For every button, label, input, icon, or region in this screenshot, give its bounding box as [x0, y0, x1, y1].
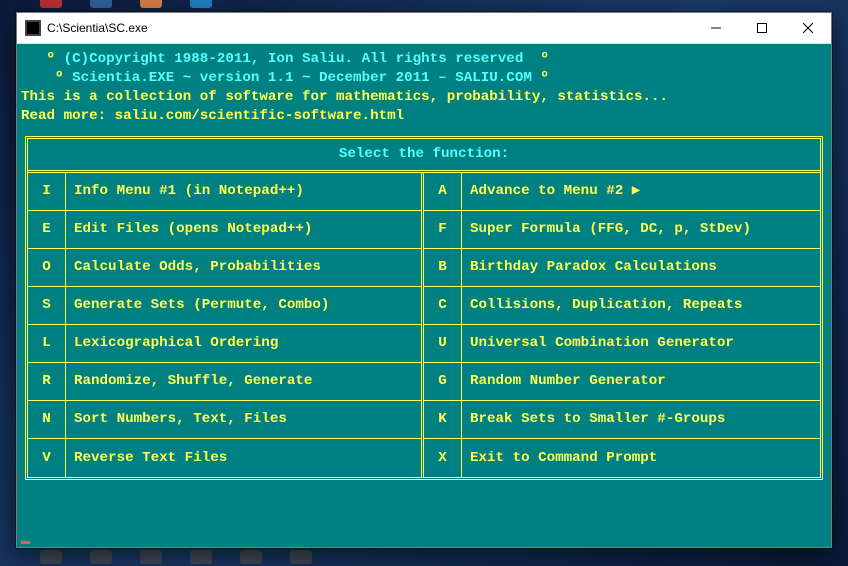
menu-column-left: IInfo Menu #1 (in Notepad++)EEdit Files …	[28, 173, 424, 477]
app-icon	[25, 20, 41, 36]
menu-item-key: X	[424, 439, 462, 477]
menu-item-a[interactable]: AAdvance to Menu #2 ▶	[424, 173, 820, 211]
menu-item-label: Break Sets to Smaller #-Groups	[462, 410, 820, 429]
menu-box: Select the function: IInfo Menu #1 (in N…	[25, 136, 823, 480]
taskbar-icon	[40, 550, 62, 564]
menu-item-g[interactable]: GRandom Number Generator	[424, 363, 820, 401]
menu-item-key: A	[424, 173, 462, 210]
taskbar-icon	[90, 0, 112, 8]
menu-item-label: Birthday Paradox Calculations	[462, 258, 820, 277]
menu-grid: IInfo Menu #1 (in Notepad++)EEdit Files …	[28, 170, 820, 477]
menu-item-label: Collisions, Duplication, Repeats	[462, 296, 820, 315]
menu-item-label: Sort Numbers, Text, Files	[66, 410, 421, 429]
menu-item-c[interactable]: CCollisions, Duplication, Repeats	[424, 287, 820, 325]
minimize-button[interactable]	[693, 13, 739, 44]
titlebar[interactable]: C:\Scientia\SC.exe	[17, 13, 831, 44]
menu-item-label: Advance to Menu #2 ▶	[462, 182, 820, 201]
menu-item-label: Generate Sets (Permute, Combo)	[66, 296, 421, 315]
menu-item-key: E	[28, 211, 66, 248]
menu-item-label: Super Formula (FFG, DC, p, StDev)	[462, 220, 820, 239]
menu-item-key: K	[424, 401, 462, 438]
menu-item-label: Random Number Generator	[462, 372, 820, 391]
taskbar-icon	[140, 0, 162, 8]
menu-item-label: Edit Files (opens Notepad++)	[66, 220, 421, 239]
menu-item-label: Reverse Text Files	[66, 449, 421, 468]
taskbar-icon	[240, 550, 262, 564]
maximize-button[interactable]	[739, 13, 785, 44]
menu-item-key: O	[28, 249, 66, 286]
menu-item-key: U	[424, 325, 462, 362]
taskbar-icon	[190, 550, 212, 564]
menu-item-key: R	[28, 363, 66, 400]
menu-item-n[interactable]: NSort Numbers, Text, Files	[28, 401, 421, 439]
header-line-2: º Scientia.EXE ~ version 1.1 ~ December …	[21, 69, 827, 88]
header-line-4: Read more: saliu.com/scientific-software…	[21, 107, 827, 126]
header-line-3: This is a collection of software for mat…	[21, 88, 827, 107]
menu-item-l[interactable]: LLexicographical Ordering	[28, 325, 421, 363]
menu-item-i[interactable]: IInfo Menu #1 (in Notepad++)	[28, 173, 421, 211]
window-title: C:\Scientia\SC.exe	[47, 21, 148, 35]
menu-item-key: V	[28, 439, 66, 477]
menu-item-label: Universal Combination Generator	[462, 334, 820, 353]
taskbar-icon	[190, 0, 212, 8]
taskbar-icon	[40, 0, 62, 8]
menu-item-x[interactable]: XExit to Command Prompt	[424, 439, 820, 477]
menu-item-key: F	[424, 211, 462, 248]
menu-title: Select the function:	[28, 139, 820, 170]
menu-item-key: S	[28, 287, 66, 324]
menu-item-v[interactable]: VReverse Text Files	[28, 439, 421, 477]
menu-item-r[interactable]: RRandomize, Shuffle, Generate	[28, 363, 421, 401]
menu-item-key: N	[28, 401, 66, 438]
taskbar-bottom	[0, 550, 848, 566]
arrow-right-icon: ▶	[632, 183, 641, 199]
taskbar-top	[0, 0, 848, 10]
taskbar-icon	[90, 550, 112, 564]
header-line-1: º (C)Copyright 1988-2011, Ion Saliu. All…	[21, 50, 827, 69]
menu-item-e[interactable]: EEdit Files (opens Notepad++)	[28, 211, 421, 249]
app-window: C:\Scientia\SC.exe º (C)Copyright 1988-2…	[16, 12, 832, 548]
menu-item-key: C	[424, 287, 462, 324]
menu-item-label: Info Menu #1 (in Notepad++)	[66, 182, 421, 201]
menu-item-o[interactable]: OCalculate Odds, Probabilities	[28, 249, 421, 287]
taskbar-icon	[290, 550, 312, 564]
menu-item-label: Exit to Command Prompt	[462, 449, 820, 468]
menu-item-label: Lexicographical Ordering	[66, 334, 421, 353]
close-button[interactable]	[785, 13, 831, 44]
menu-item-u[interactable]: UUniversal Combination Generator	[424, 325, 820, 363]
menu-column-right: AAdvance to Menu #2 ▶FSuper Formula (FFG…	[424, 173, 820, 477]
menu-item-key: L	[28, 325, 66, 362]
text-cursor	[21, 541, 30, 544]
menu-item-label: Randomize, Shuffle, Generate	[66, 372, 421, 391]
console-area[interactable]: º (C)Copyright 1988-2011, Ion Saliu. All…	[17, 44, 831, 547]
menu-item-s[interactable]: SGenerate Sets (Permute, Combo)	[28, 287, 421, 325]
menu-item-b[interactable]: BBirthday Paradox Calculations	[424, 249, 820, 287]
menu-item-key: G	[424, 363, 462, 400]
menu-item-label: Calculate Odds, Probabilities	[66, 258, 421, 277]
taskbar-icon	[140, 550, 162, 564]
menu-item-key: B	[424, 249, 462, 286]
menu-item-k[interactable]: KBreak Sets to Smaller #-Groups	[424, 401, 820, 439]
menu-item-key: I	[28, 173, 66, 210]
menu-item-f[interactable]: FSuper Formula (FFG, DC, p, StDev)	[424, 211, 820, 249]
